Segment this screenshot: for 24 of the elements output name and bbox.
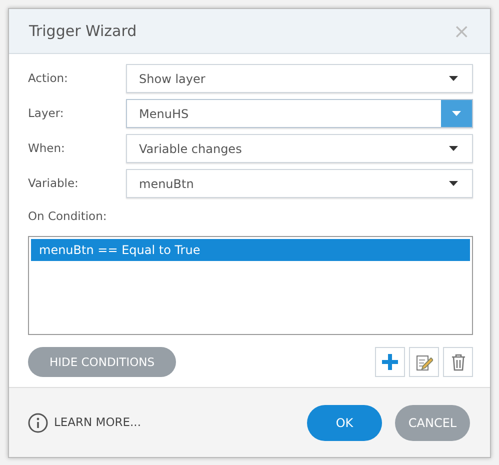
- field-label: When:: [28, 140, 66, 157]
- dropdown[interactable]: Show layer: [126, 64, 473, 93]
- window-title: Trigger Wizard: [29, 20, 137, 42]
- dropdown[interactable]: MenuHS: [126, 99, 473, 128]
- condition-label: On Condition:: [28, 208, 108, 225]
- trash-icon: [450, 354, 466, 371]
- edit-button[interactable]: [409, 347, 439, 378]
- condition-item[interactable]: menuBtn == Equal to True: [31, 239, 470, 262]
- dropdown[interactable]: Variable changes: [126, 134, 473, 163]
- ok-button[interactable]: OK: [307, 404, 382, 440]
- plus-icon: [382, 354, 398, 370]
- caret-icon: [448, 76, 458, 81]
- caret-icon: [448, 181, 458, 186]
- caret-icon: [448, 146, 458, 151]
- field-label: Variable:: [28, 174, 80, 192]
- caret-icon: [452, 111, 461, 116]
- add-button[interactable]: [375, 347, 405, 378]
- field-label: Action:: [28, 70, 69, 87]
- delete-button[interactable]: [443, 347, 473, 378]
- pencil-icon: [416, 354, 432, 371]
- learn-more-link[interactable]: LEARN MORE...: [28, 412, 141, 432]
- info-icon: [28, 412, 48, 432]
- field-label: Layer:: [28, 104, 65, 122]
- dropdown[interactable]: menuBtn: [126, 169, 473, 198]
